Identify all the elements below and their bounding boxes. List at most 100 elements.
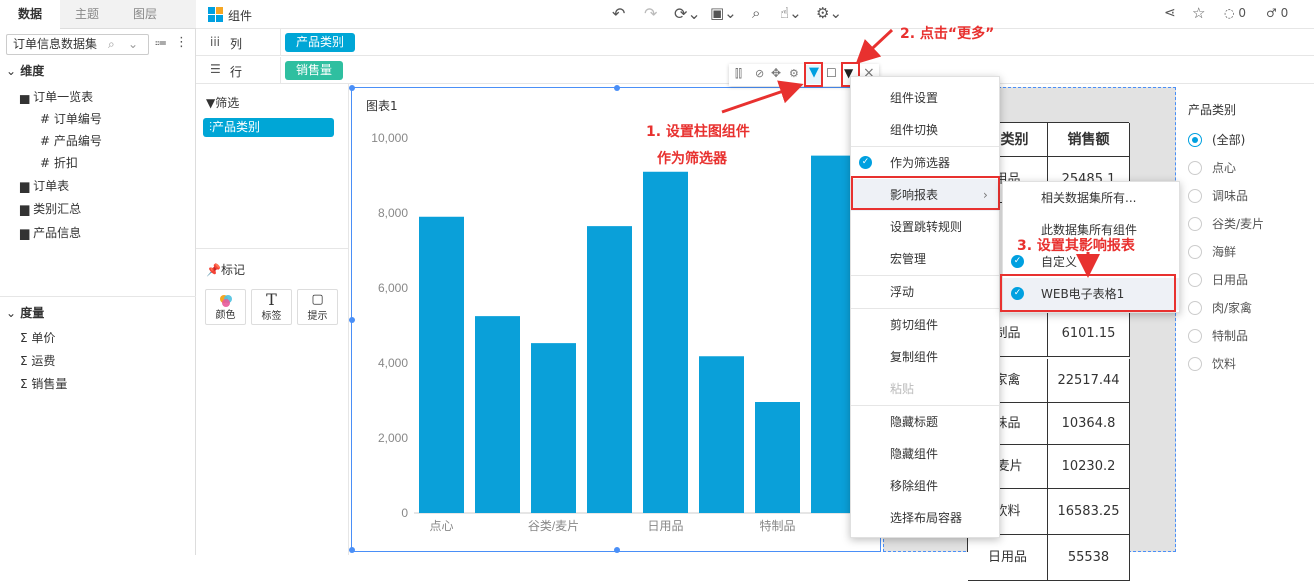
move-icon[interactable]: ✥ bbox=[771, 66, 781, 80]
divider bbox=[196, 248, 349, 249]
folder-icon: ▆ bbox=[20, 202, 30, 216]
tree-item[interactable]: ▆ 产品信息 bbox=[20, 224, 81, 241]
table-cell: 10230.2 bbox=[1048, 445, 1130, 489]
chevron-down-icon[interactable]: ⌄ bbox=[128, 35, 138, 54]
resize-handle[interactable] bbox=[349, 547, 355, 553]
left-tabs: 数据 主题 图层 bbox=[0, 0, 196, 30]
tree-label: 折扣 bbox=[53, 156, 78, 170]
menu-item[interactable]: 复制组件 bbox=[851, 341, 999, 373]
tree-item[interactable]: ▆ 类别汇总 bbox=[20, 200, 81, 217]
chart-type-icon[interactable]: ⫿⫿ bbox=[735, 67, 742, 81]
menu-item[interactable]: 隐藏组件 bbox=[851, 438, 999, 470]
radio-label: 调味品 bbox=[1212, 189, 1249, 203]
bar[interactable] bbox=[531, 343, 576, 513]
tree-item[interactable]: ▆ 订单表 bbox=[20, 177, 69, 194]
y-tick-label: 2,000 bbox=[378, 431, 408, 445]
mark-label: 标签 bbox=[261, 311, 282, 322]
mark-color-button[interactable]: 颜色 bbox=[205, 289, 246, 325]
radio-icon bbox=[1188, 189, 1202, 203]
rows-pill[interactable]: 销售量 bbox=[285, 61, 344, 80]
resize-handle[interactable] bbox=[614, 547, 620, 553]
hash-icon: # bbox=[40, 112, 51, 126]
tree-item[interactable]: # 折扣 bbox=[40, 154, 78, 171]
menu-item[interactable]: 浮动 bbox=[851, 276, 999, 308]
bar[interactable] bbox=[419, 216, 464, 513]
tab-layer[interactable]: 图层 bbox=[116, 0, 174, 29]
filter-pill[interactable]: ⫶产品类别 bbox=[203, 118, 334, 137]
bar[interactable] bbox=[643, 171, 688, 513]
rows-icon: ☰ bbox=[210, 62, 221, 76]
like-button[interactable]: ♂ 0 bbox=[1266, 6, 1288, 20]
filter-icon: ▼ bbox=[206, 96, 216, 110]
tree-label: 订单一览表 bbox=[33, 90, 94, 104]
menu-item[interactable]: 选择布局容器 bbox=[851, 502, 999, 534]
radio-label: 饮料 bbox=[1212, 357, 1237, 371]
dimension-header[interactable]: ⌄ 维度 bbox=[6, 62, 44, 79]
caret-down-icon: ⌄ bbox=[6, 64, 17, 78]
link-icon[interactable]: ⊘ bbox=[755, 67, 764, 80]
chart-component[interactable]: 图表1 0 2,000 4,000 6,000 8,000 10,000 点心 谷类/麦片 日用… bbox=[349, 85, 881, 553]
tree-item[interactable]: ▅ 订单一览表 bbox=[20, 88, 93, 105]
resize-handle[interactable] bbox=[349, 317, 355, 323]
save-icon[interactable]: ▣⌄ bbox=[710, 4, 737, 22]
filter-pill-label: 产品类别 bbox=[212, 120, 261, 134]
bar[interactable] bbox=[475, 316, 520, 513]
menu-item[interactable]: 组件切换 bbox=[851, 114, 999, 146]
x-tick-label: 日用品 bbox=[647, 519, 683, 533]
comment-button[interactable]: ◌ 0 bbox=[1224, 6, 1246, 20]
undo-icon[interactable]: ↶ bbox=[612, 4, 625, 23]
measure-item[interactable]: Σ 运费 bbox=[20, 352, 55, 369]
palette-icon bbox=[219, 295, 232, 307]
measure-header[interactable]: ⌄ 度量 bbox=[6, 304, 44, 321]
gear-icon[interactable]: ⚙ bbox=[789, 67, 799, 80]
tab-data[interactable]: 数据 bbox=[0, 0, 60, 30]
maximize-icon[interactable]: ☐ bbox=[826, 66, 837, 80]
measure-item[interactable]: Σ 销售量 bbox=[20, 375, 67, 392]
redo-icon[interactable]: ↷ bbox=[644, 4, 657, 23]
tooltip-icon: ▢ bbox=[311, 292, 324, 307]
hand-icon[interactable]: ☝⌄ bbox=[780, 4, 802, 22]
menu-item[interactable]: 宏管理 bbox=[851, 243, 999, 275]
bar[interactable] bbox=[755, 402, 800, 513]
tree-item[interactable]: # 订单编号 bbox=[40, 110, 102, 127]
table-cell: 10364.8 bbox=[1048, 403, 1130, 445]
mark-label-button[interactable]: T 标签 bbox=[251, 289, 292, 325]
submenu-item[interactable]: 相关数据集所有... bbox=[1003, 182, 1179, 214]
menu-item[interactable]: 剪切组件 bbox=[851, 309, 999, 341]
resize-handle[interactable] bbox=[349, 85, 355, 91]
tree-item[interactable]: # 产品编号 bbox=[40, 132, 102, 149]
filter-sort-icon[interactable]: ⩴ bbox=[155, 35, 166, 50]
measure-item[interactable]: Σ 单价 bbox=[20, 329, 55, 346]
columns-pill[interactable]: 产品类别 bbox=[285, 33, 356, 52]
more-vertical-icon[interactable]: ⋮ bbox=[175, 35, 188, 50]
refresh-icon[interactable]: ⟳⌄ bbox=[674, 4, 701, 23]
dataset-name: 订单信息数据集 bbox=[13, 37, 98, 51]
star-icon[interactable]: ☆ bbox=[1192, 4, 1205, 22]
search-icon[interactable]: ⌕ bbox=[108, 35, 115, 54]
measure-label: 单价 bbox=[31, 331, 56, 345]
tab-theme[interactable]: 主题 bbox=[58, 0, 116, 29]
menu-item[interactable]: 设置跳转规则 bbox=[851, 211, 999, 243]
menu-item-label: 浮动 bbox=[890, 285, 915, 299]
mark-tooltip-button[interactable]: ▢ 提示 bbox=[297, 289, 338, 325]
sigma-icon: Σ bbox=[20, 377, 28, 391]
menu-item[interactable]: ✓ 作为筛选器 bbox=[851, 147, 999, 179]
menu-item-label: 设置跳转规则 bbox=[890, 220, 963, 234]
text-icon: T bbox=[266, 290, 277, 309]
folder-icon: ▆ bbox=[20, 226, 30, 240]
menu-item-label: 复制组件 bbox=[890, 350, 939, 364]
menu-item[interactable]: 隐藏标题 bbox=[851, 406, 999, 438]
menu-item[interactable]: 移除组件 bbox=[851, 470, 999, 502]
measure-label: 运费 bbox=[31, 354, 56, 368]
settings-icon[interactable]: ⚙⌄ bbox=[816, 4, 842, 22]
divider bbox=[280, 57, 281, 84]
preview-icon[interactable]: ⌕ bbox=[752, 4, 760, 22]
bar[interactable] bbox=[699, 356, 744, 513]
table-cell: 日用品 bbox=[968, 535, 1048, 581]
bar[interactable] bbox=[587, 226, 632, 513]
share-icon[interactable]: ⋖ bbox=[1164, 5, 1176, 21]
resize-handle[interactable] bbox=[614, 85, 620, 91]
check-icon: ✓ bbox=[1011, 255, 1024, 268]
menu-item[interactable]: 组件设置 bbox=[851, 82, 999, 114]
dataset-select[interactable]: 订单信息数据集 ⌕ ⌄ bbox=[6, 34, 149, 55]
